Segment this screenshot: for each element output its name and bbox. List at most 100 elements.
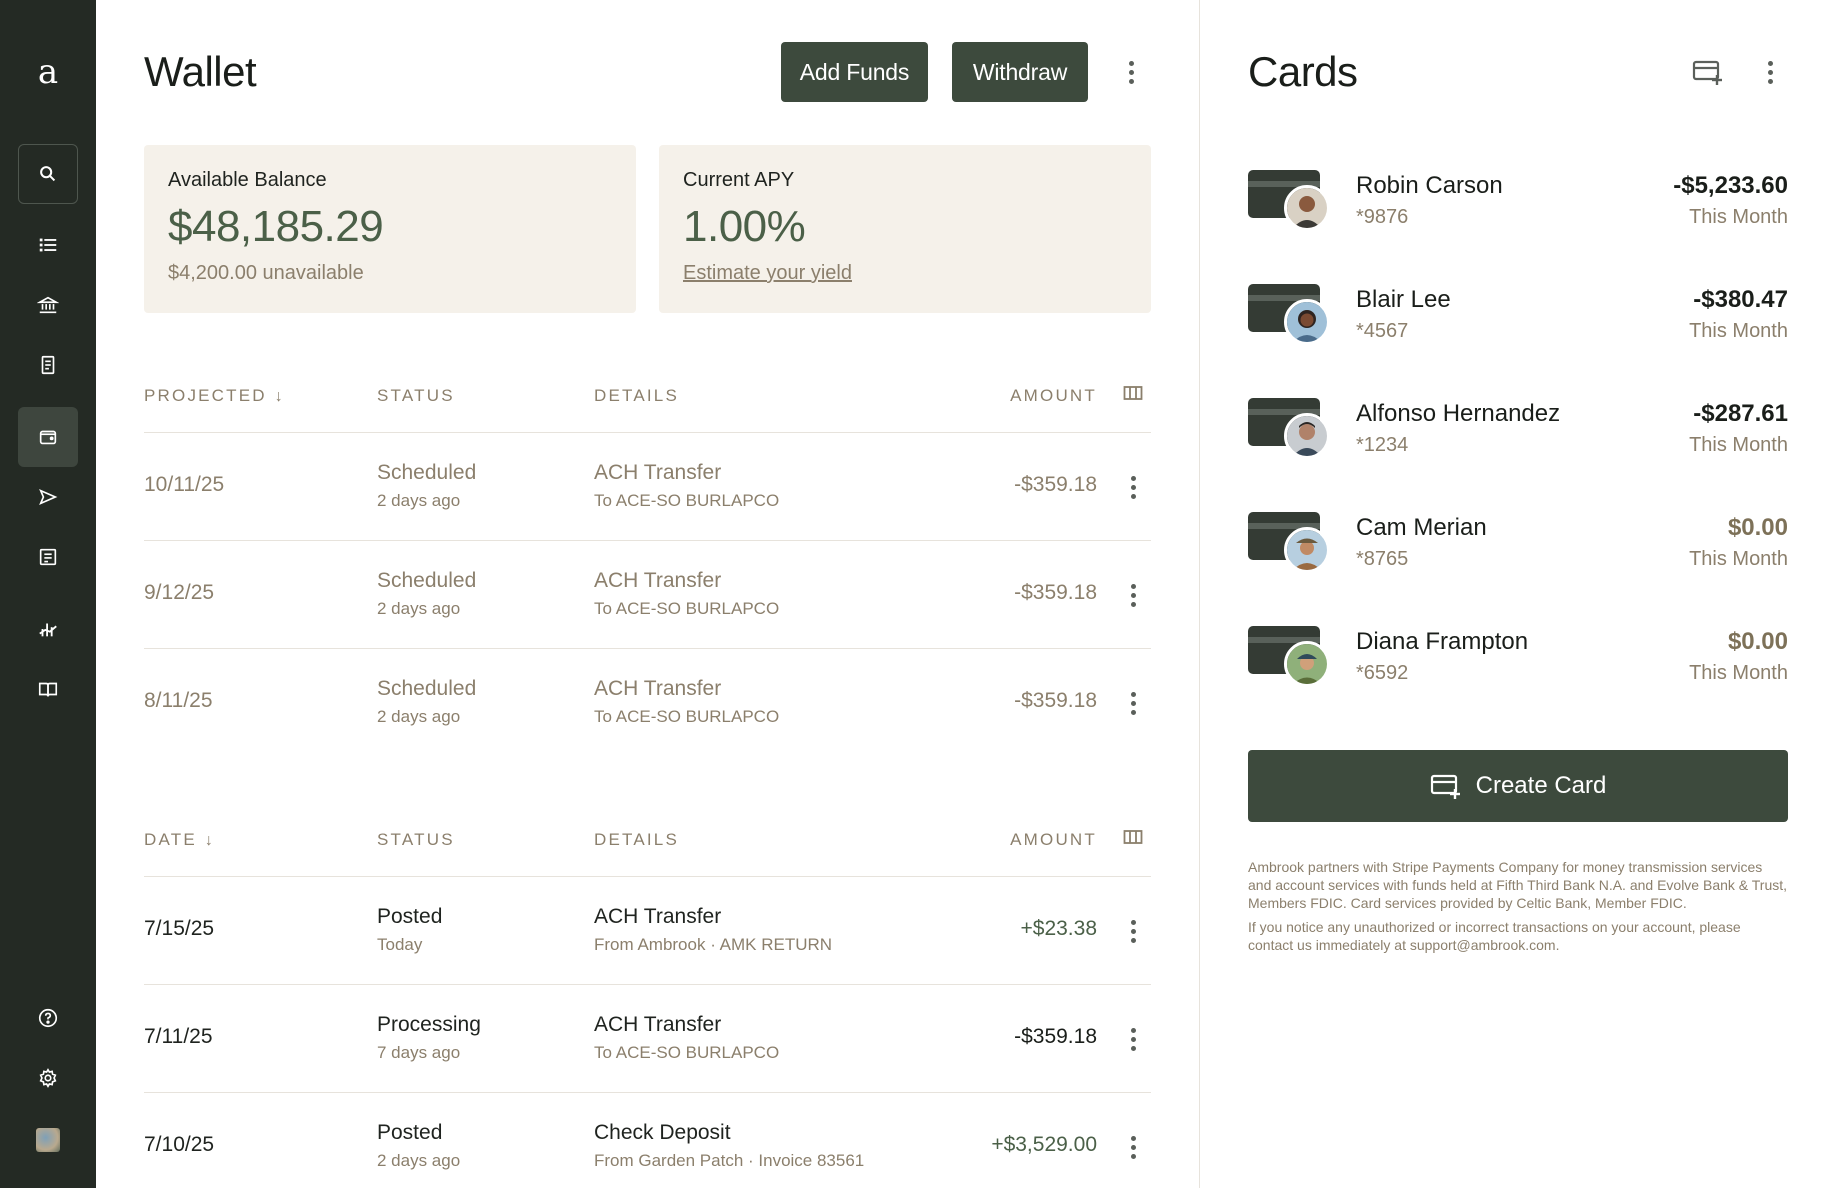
balance-unavailable: $4,200.00 unavailable bbox=[168, 262, 364, 284]
card-number: *8765 bbox=[1356, 548, 1409, 570]
date-sort-header[interactable]: DATE ↓ bbox=[144, 830, 213, 850]
row-status-sub: 7 days ago bbox=[377, 1043, 461, 1062]
row-status: Posted bbox=[377, 1121, 443, 1144]
add-card-icon[interactable] bbox=[1692, 58, 1724, 86]
avatar bbox=[1284, 299, 1330, 345]
sidebar-item-wallet[interactable] bbox=[18, 407, 78, 467]
sidebar-item-profile[interactable] bbox=[18, 1110, 78, 1170]
projected-sort-header[interactable]: PROJECTED ↓ bbox=[144, 386, 283, 406]
row-status: Processing bbox=[377, 1013, 481, 1036]
table-row[interactable]: 8/11/25 Scheduled 2 days ago ACH Transfer… bbox=[144, 649, 1151, 757]
apy-label: Current APY bbox=[683, 169, 795, 191]
bank-icon bbox=[37, 296, 59, 314]
row-status: Scheduled bbox=[377, 461, 477, 484]
sidebar-item-bank[interactable] bbox=[18, 275, 78, 335]
card-item[interactable]: Blair Lee *4567 -$380.47 This Month bbox=[1248, 284, 1788, 374]
row-status-sub: Today bbox=[377, 935, 423, 954]
card-period: This Month bbox=[1689, 320, 1788, 342]
avatar bbox=[1284, 527, 1330, 573]
cardholder-name: Cam Merian bbox=[1356, 514, 1487, 541]
card-spend: $0.00 bbox=[1727, 514, 1788, 541]
table-row[interactable]: 9/12/25 Scheduled 2 days ago ACH Transfer… bbox=[144, 541, 1151, 649]
sidebar-item-invoice[interactable] bbox=[18, 527, 78, 587]
card-spend: -$380.47 bbox=[1693, 286, 1788, 313]
card-period: This Month bbox=[1689, 662, 1788, 684]
row-detail: ACH Transfer bbox=[594, 905, 722, 928]
create-card-label: Create Card bbox=[1475, 772, 1607, 799]
sidebar-item-receipt[interactable] bbox=[18, 335, 78, 395]
card-spend: -$287.61 bbox=[1693, 400, 1788, 427]
row-more-icon[interactable] bbox=[1123, 1132, 1143, 1162]
row-more-icon[interactable] bbox=[1123, 916, 1143, 946]
card-spend: -$5,233.60 bbox=[1673, 172, 1788, 199]
card-number: *9876 bbox=[1356, 206, 1409, 228]
balance-value: $48,185.29 bbox=[168, 202, 384, 251]
row-more-icon[interactable] bbox=[1123, 1024, 1143, 1054]
row-date: 7/11/25 bbox=[144, 1025, 213, 1048]
projected-table-header: PROJECTED ↓ STATUS DETAILS AMOUNT bbox=[144, 376, 1151, 416]
app-logo[interactable]: a bbox=[0, 52, 96, 92]
wallet-more-icon[interactable] bbox=[1121, 57, 1141, 87]
available-balance-card: Available Balance $48,185.29 $4,200.00 u… bbox=[144, 145, 636, 313]
card-item[interactable]: Diana Frampton *6592 $0.00 This Month bbox=[1248, 626, 1788, 716]
cardholder-name: Alfonso Hernandez bbox=[1356, 400, 1561, 427]
table-row[interactable]: 10/11/25 Scheduled 2 days ago ACH Transfe… bbox=[144, 433, 1151, 541]
card-number: *1234 bbox=[1356, 434, 1409, 456]
sidebar-item-help[interactable] bbox=[18, 988, 78, 1048]
sidebar-item-settings[interactable] bbox=[18, 1048, 78, 1108]
cards-title: Cards bbox=[1248, 48, 1358, 95]
amount-header: AMOUNT bbox=[1010, 830, 1097, 849]
sort-down-icon: ↓ bbox=[204, 832, 213, 849]
sidebar-item-list[interactable] bbox=[18, 215, 78, 275]
table-row[interactable]: 7/11/25 Processing 7 days ago ACH Transfe… bbox=[144, 985, 1151, 1093]
balance-label: Available Balance bbox=[168, 169, 327, 191]
avatar bbox=[1284, 185, 1330, 231]
add-funds-button[interactable]: Add Funds bbox=[781, 42, 928, 102]
card-item[interactable]: Alfonso Hernandez *1234 -$287.61 This Mo… bbox=[1248, 398, 1788, 488]
columns-icon[interactable] bbox=[1123, 829, 1143, 845]
card-number: *4567 bbox=[1356, 320, 1409, 342]
cardholder-name: Blair Lee bbox=[1356, 286, 1451, 313]
row-amount: -$359.18 bbox=[1014, 581, 1097, 604]
row-more-icon[interactable] bbox=[1123, 688, 1143, 718]
cardholder-name: Diana Frampton bbox=[1356, 628, 1529, 655]
help-icon bbox=[38, 1008, 58, 1028]
row-more-icon[interactable] bbox=[1123, 580, 1143, 610]
row-detail: ACH Transfer bbox=[594, 677, 722, 700]
table-row[interactable]: 7/15/25 Posted Today ACH Transfer From Amb… bbox=[144, 877, 1151, 985]
row-detail-sub: To ACE-SO BURLAPCO bbox=[594, 599, 780, 618]
card-period: This Month bbox=[1689, 434, 1788, 456]
card-item[interactable]: Robin Carson *9876 -$5,233.60 This Month bbox=[1248, 170, 1788, 260]
disclaimer-contact: If you notice any unauthorized or incorr… bbox=[1248, 919, 1741, 953]
sidebar-item-reports[interactable] bbox=[18, 599, 78, 659]
sidebar-item-send[interactable] bbox=[18, 467, 78, 527]
row-date: 10/11/25 bbox=[144, 473, 225, 496]
estimate-yield-link[interactable]: Estimate your yield bbox=[683, 262, 1127, 285]
amount-header: AMOUNT bbox=[1010, 386, 1097, 405]
row-date: 9/12/25 bbox=[144, 581, 215, 604]
search-button[interactable] bbox=[18, 144, 78, 204]
columns-icon[interactable] bbox=[1123, 385, 1143, 401]
row-amount: -$359.18 bbox=[1014, 1025, 1097, 1048]
add-card-icon bbox=[1430, 774, 1460, 799]
row-detail-sub: From Ambrook · AMK RETURN bbox=[594, 935, 833, 954]
create-card-button[interactable]: Create Card bbox=[1248, 750, 1788, 822]
withdraw-button[interactable]: Withdraw bbox=[952, 42, 1088, 102]
row-detail-sub: To ACE-SO BURLAPCO bbox=[594, 491, 780, 510]
cardholder-name: Robin Carson bbox=[1356, 172, 1503, 199]
cards-more-icon[interactable] bbox=[1760, 57, 1780, 87]
avatar bbox=[1284, 641, 1330, 687]
sidebar: a bbox=[0, 0, 96, 1188]
row-status-sub: 2 days ago bbox=[377, 491, 461, 510]
row-detail: ACH Transfer bbox=[594, 569, 722, 592]
row-amount: -$359.18 bbox=[1014, 689, 1097, 712]
row-amount: -$359.18 bbox=[1014, 473, 1097, 496]
wallet-icon bbox=[39, 430, 57, 445]
row-amount: +$23.38 bbox=[1020, 917, 1098, 940]
row-status-sub: 2 days ago bbox=[377, 707, 461, 726]
table-row[interactable]: 7/10/25 Posted 2 days ago Check Deposit Fr… bbox=[144, 1093, 1151, 1188]
card-item[interactable]: Cam Merian *8765 $0.00 This Month bbox=[1248, 512, 1788, 602]
sidebar-item-docs[interactable] bbox=[18, 659, 78, 719]
details-header: DETAILS bbox=[594, 830, 679, 849]
row-more-icon[interactable] bbox=[1123, 472, 1143, 502]
